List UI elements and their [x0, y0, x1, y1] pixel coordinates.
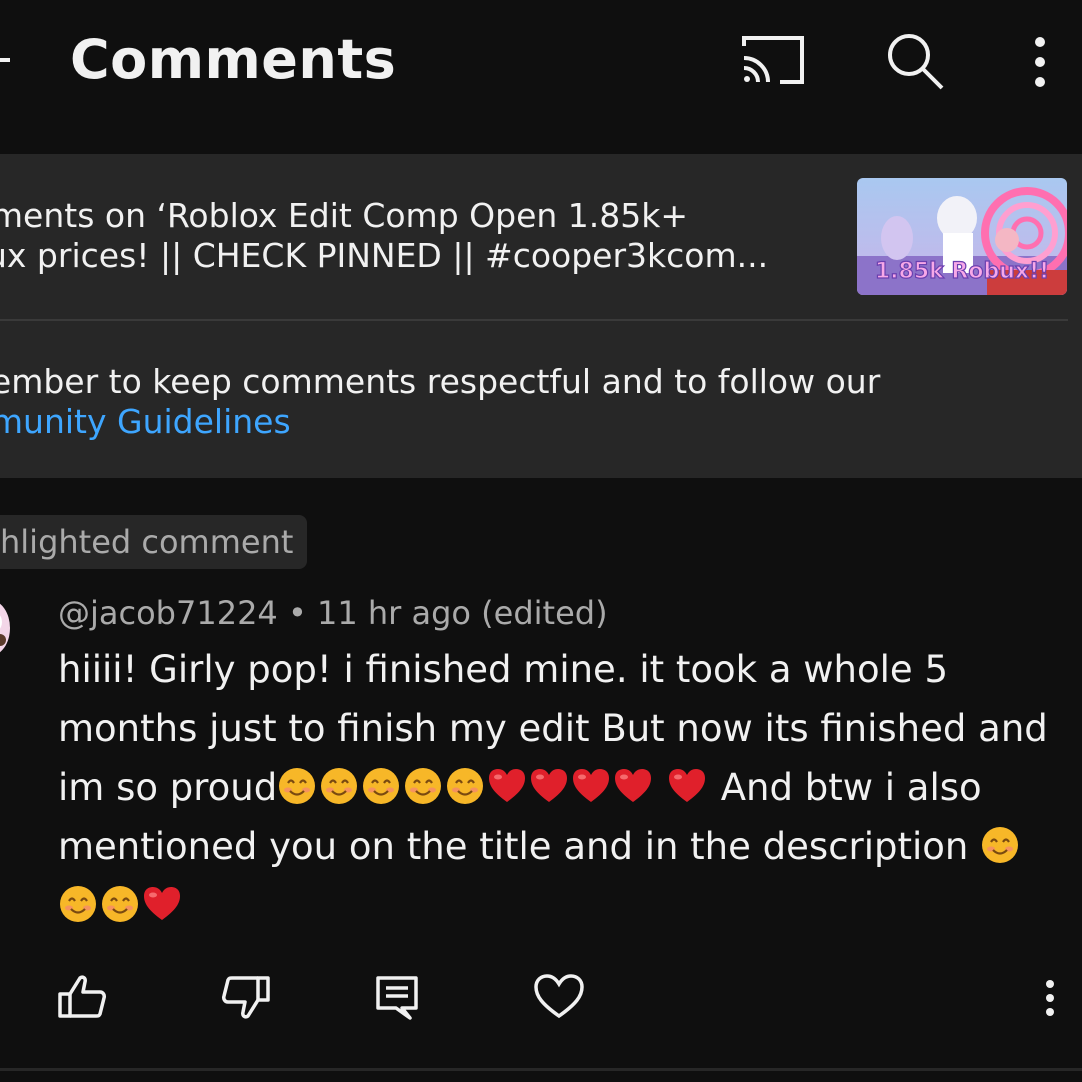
comment-text: hiiii! Girly pop! i finished mine. it to…: [58, 640, 1058, 935]
meta-separator: •: [287, 594, 307, 632]
highlighted-comment-chip: hlighted comment: [0, 515, 308, 569]
red-heart-emoji: [529, 764, 569, 804]
like-icon[interactable]: [56, 970, 110, 1024]
guidelines-text: nember to keep comments respectful and t…: [0, 362, 881, 401]
video-title-line: ux prices! || CHECK PINNED || #cooper3kc…: [0, 236, 769, 275]
smiling-face-emoji: [361, 764, 401, 804]
page-title: Comments: [70, 28, 397, 91]
reply-icon[interactable]: [370, 970, 424, 1024]
smiling-face-emoji: [100, 882, 140, 922]
red-heart-emoji: [571, 764, 611, 804]
smiling-face-emoji: [445, 764, 485, 804]
avatar[interactable]: [0, 600, 10, 656]
video-thumbnail[interactable]: 1.85k Robux!!: [857, 178, 1067, 295]
red-heart-emoji: [487, 764, 527, 804]
search-icon[interactable]: [884, 30, 946, 92]
back-arrow-icon[interactable]: [0, 40, 14, 80]
heart-icon[interactable]: [532, 970, 586, 1024]
edited-label: (edited): [481, 594, 608, 632]
comment-author[interactable]: @jacob71224: [58, 594, 278, 632]
smiling-face-emoji: [277, 764, 317, 804]
more-vert-icon[interactable]: [1024, 34, 1056, 92]
red-heart-emoji: [613, 764, 653, 804]
smiling-face-emoji: [403, 764, 443, 804]
comment-header: @jacob71224 • 11 hr ago (edited): [58, 594, 608, 632]
more-vert-icon[interactable]: [1034, 976, 1066, 1024]
smiling-face-emoji: [58, 882, 98, 922]
cast-icon[interactable]: [740, 32, 806, 88]
red-heart-emoji: [667, 764, 707, 804]
smiling-face-emoji: [980, 823, 1020, 863]
community-guidelines-link[interactable]: nmunity Guidelines: [0, 402, 1000, 442]
video-title[interactable]: nments on ‘Roblox Edit Comp Open 1.85k+ …: [0, 196, 830, 276]
video-title-line: nments on ‘Roblox Edit Comp Open 1.85k+: [0, 196, 689, 235]
comment-time: 11 hr ago: [317, 594, 471, 632]
red-heart-emoji: [142, 882, 182, 922]
divider: [0, 319, 1068, 321]
smiling-face-emoji: [319, 764, 359, 804]
dislike-icon[interactable]: [218, 970, 272, 1024]
guidelines-notice: nember to keep comments respectful and t…: [0, 362, 1000, 442]
divider: [0, 1068, 1082, 1071]
thumbnail-caption: 1.85k Robux!!: [875, 259, 1049, 284]
